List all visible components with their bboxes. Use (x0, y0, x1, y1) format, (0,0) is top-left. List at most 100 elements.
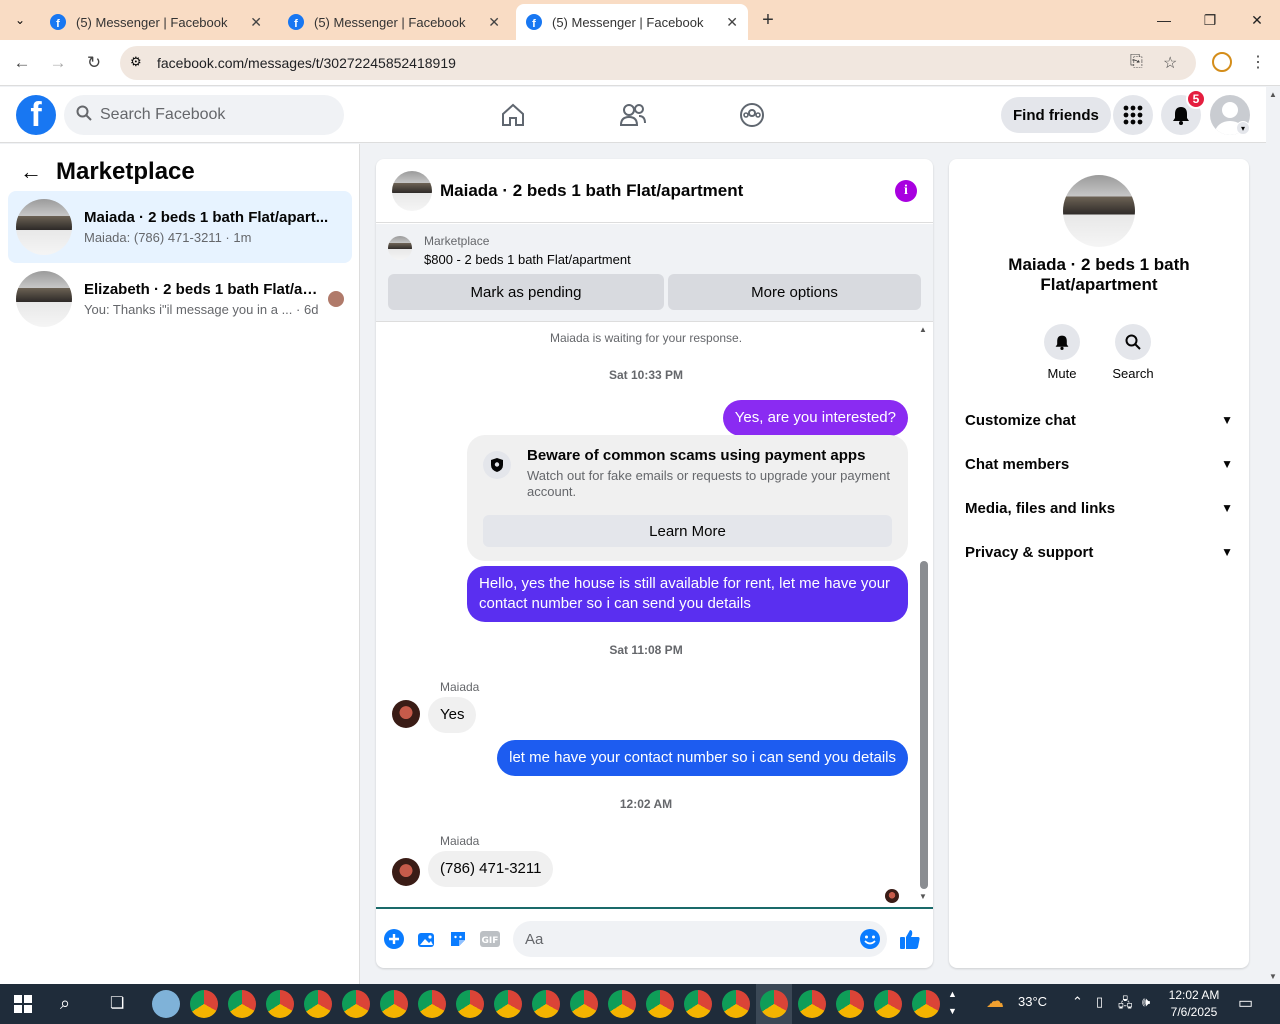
conversation-item-elizabeth[interactable]: Elizabeth · 2 beds 1 bath Flat/ap... You… (8, 263, 352, 335)
chrome-icon[interactable] (760, 990, 788, 1018)
close-tab-icon[interactable]: ✕ (726, 14, 738, 31)
weather-icon[interactable]: ☁ (986, 991, 1004, 1012)
close-window-icon[interactable]: ✕ (1245, 8, 1269, 32)
close-tab-icon[interactable]: ✕ (250, 14, 262, 31)
device-icon[interactable]: ▯ (1096, 994, 1103, 1010)
outgoing-message[interactable]: Yes, are you interested? (722, 400, 908, 436)
tab-search-dropdown-icon[interactable]: ⌄ (8, 8, 32, 32)
chrome-icon[interactable] (646, 990, 674, 1018)
taskbar-app-icon[interactable] (152, 990, 180, 1018)
windows-start-icon[interactable] (14, 995, 32, 1013)
outgoing-message[interactable]: let me have your contact number so i can… (497, 740, 908, 776)
chrome-icon[interactable] (190, 990, 218, 1018)
new-tab-icon[interactable]: + (756, 8, 780, 32)
chrome-icon[interactable] (912, 990, 940, 1018)
chrome-icon[interactable] (228, 990, 256, 1018)
find-friends-button[interactable]: Find friends (1001, 97, 1111, 133)
message-scrollbar[interactable]: ▲ ▼ (917, 323, 931, 903)
chrome-icon[interactable] (874, 990, 902, 1018)
chrome-icon[interactable] (342, 990, 370, 1018)
page-scrollbar[interactable]: ▲ ▼ (1266, 87, 1280, 984)
browser-menu-icon[interactable]: ⋮ (1250, 52, 1266, 72)
chrome-icon[interactable] (380, 990, 408, 1018)
address-bar[interactable]: ⚙ facebook.com/messages/t/30272245852418… (120, 46, 1196, 80)
plus-icon[interactable] (382, 927, 406, 951)
learn-more-button[interactable]: Learn More (483, 515, 892, 547)
restore-icon[interactable]: ❐ (1198, 8, 1222, 32)
facebook-search[interactable] (64, 95, 344, 135)
back-arrow-icon[interactable]: ← (20, 159, 42, 185)
listing-thumbnail[interactable] (1063, 175, 1135, 247)
thumbs-up-icon[interactable] (898, 927, 922, 951)
info-title[interactable]: Maiada · 2 beds 1 bath Flat/apartment (969, 255, 1229, 295)
info-icon[interactable]: i (895, 179, 917, 202)
section-media-files-links[interactable]: Media, files and links ▼ (957, 486, 1241, 530)
close-tab-icon[interactable]: ✕ (488, 14, 500, 31)
chrome-icon[interactable] (266, 990, 294, 1018)
section-chat-members[interactable]: Chat members ▼ (957, 442, 1241, 486)
mute-button[interactable]: Mute (1032, 324, 1092, 381)
search-in-chat-button[interactable]: Search (1103, 324, 1163, 381)
conversation-item-maiada[interactable]: Maiada · 2 beds 1 bath Flat/apart... Mai… (8, 191, 352, 263)
facebook-logo-icon[interactable]: f (16, 95, 56, 135)
chrome-icon[interactable] (836, 990, 864, 1018)
reload-icon[interactable]: ↻ (82, 51, 106, 75)
friends-icon[interactable] (617, 99, 649, 131)
scroll-down-icon[interactable]: ▼ (1269, 972, 1277, 981)
browser-tab-active[interactable]: f (5) Messenger | Facebook ✕ (516, 4, 748, 40)
tray-overflow-icon[interactable]: ⌃ (1072, 994, 1083, 1010)
photo-icon[interactable] (414, 927, 438, 951)
chrome-icon[interactable] (608, 990, 636, 1018)
install-app-icon[interactable]: ⎘ (1130, 53, 1143, 71)
gif-icon[interactable]: GIF (478, 927, 502, 951)
browser-profile-icon[interactable] (1212, 52, 1232, 72)
incoming-message[interactable]: (786) 471-3211 (428, 851, 554, 887)
chevron-down-icon[interactable]: ▾ (1236, 121, 1250, 135)
scroll-up-icon[interactable]: ▲ (1269, 90, 1277, 99)
chrome-icon[interactable] (418, 990, 446, 1018)
sticker-icon[interactable] (446, 927, 470, 951)
chrome-icon[interactable] (456, 990, 484, 1018)
minimize-icon[interactable]: — (1152, 8, 1176, 32)
incoming-message[interactable]: Yes (428, 697, 477, 733)
scrollbar-thumb[interactable] (920, 561, 928, 889)
chrome-icon[interactable] (684, 990, 712, 1018)
browser-tab[interactable]: f (5) Messenger | Facebook ✕ (40, 4, 272, 40)
message-input[interactable] (513, 921, 887, 957)
groups-icon[interactable] (736, 99, 768, 131)
browser-tab[interactable]: f (5) Messenger | Facebook ✕ (278, 4, 510, 40)
site-info-icon[interactable]: ⚙ (130, 54, 142, 70)
chrome-icon[interactable] (798, 990, 826, 1018)
task-view-icon[interactable]: ❏ (110, 993, 124, 1013)
section-privacy-support[interactable]: Privacy & support ▼ (957, 530, 1241, 574)
chrome-icon[interactable] (570, 990, 598, 1018)
forward-icon[interactable]: → (46, 51, 70, 75)
section-customize-chat[interactable]: Customize chat ▼ (957, 398, 1241, 442)
outgoing-message[interactable]: Hello, yes the house is still available … (467, 566, 908, 622)
menu-grid-icon[interactable] (1113, 95, 1153, 135)
sender-avatar[interactable] (392, 858, 420, 886)
notification-center-icon[interactable]: ▭ (1238, 993, 1253, 1013)
bookmark-star-icon[interactable]: ☆ (1163, 53, 1177, 73)
emoji-icon[interactable] (858, 927, 882, 951)
listing-price-title[interactable]: $800 - 2 beds 1 bath Flat/apartment (424, 252, 631, 267)
network-icon[interactable]: 🖧 (1118, 994, 1133, 1016)
chat-title[interactable]: Maiada · 2 beds 1 bath Flat/apartment (440, 181, 895, 201)
chrome-icon[interactable] (532, 990, 560, 1018)
taskbar-scroll-icon[interactable]: ▲ ▼ (948, 986, 957, 1020)
chrome-icon[interactable] (722, 990, 750, 1018)
listing-thumbnail[interactable] (392, 170, 432, 211)
taskbar-clock[interactable]: 12:02 AM 7/6/2025 (1166, 987, 1222, 1021)
sender-avatar[interactable] (392, 700, 420, 728)
volume-icon[interactable]: 🕪 (1142, 994, 1150, 1010)
scroll-up-icon[interactable]: ▲ (919, 325, 927, 334)
chrome-icon[interactable] (304, 990, 332, 1018)
scroll-down-icon[interactable]: ▼ (919, 892, 927, 901)
mark-as-pending-button[interactable]: Mark as pending (388, 274, 664, 310)
more-options-button[interactable]: More options (668, 274, 921, 310)
chrome-icon[interactable] (494, 990, 522, 1018)
weather-temp[interactable]: 33°C (1018, 994, 1047, 1009)
search-input[interactable] (100, 106, 320, 124)
back-icon[interactable]: ← (10, 51, 34, 75)
home-icon[interactable] (497, 99, 529, 131)
